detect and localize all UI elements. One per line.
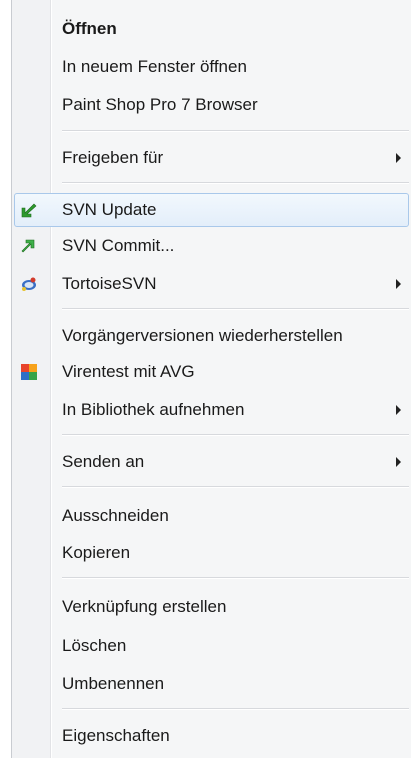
menu-item-send-to[interactable]: Senden an (14, 445, 409, 479)
menu-item-rename[interactable]: Umbenennen (14, 667, 409, 701)
menu-separator (62, 708, 409, 710)
menu-item-label: Vorgängerversionen wiederherstellen (62, 326, 343, 345)
submenu-arrow-icon (396, 279, 401, 289)
tortoisesvn-icon (22, 277, 36, 291)
menu-item-label: In neuem Fenster öffnen (62, 57, 247, 76)
menu-separator (62, 486, 409, 488)
menu-item-label: Öffnen (62, 19, 117, 38)
svn-update-icon (21, 203, 37, 218)
submenu-arrow-icon (396, 405, 401, 415)
menu-item-label: In Bibliothek aufnehmen (62, 400, 245, 419)
menu-item-label: Freigeben für (62, 148, 164, 167)
menu-item-properties[interactable]: Eigenschaften (14, 719, 409, 753)
menu-item-label: Virentest mit AVG (62, 362, 195, 381)
menu-item-label: Eigenschaften (62, 726, 170, 745)
svn-commit-icon (21, 239, 35, 253)
menu-item-create-shortcut[interactable]: Verknüpfung erstellen (14, 590, 409, 624)
menu-item-label: Ausschneiden (62, 506, 169, 525)
menu-separator (62, 577, 409, 579)
menu-item-svn-update[interactable]: SVN Update (14, 193, 409, 227)
menu-item-cut[interactable]: Ausschneiden (14, 499, 409, 533)
menu-item-label: SVN Update (62, 200, 157, 219)
menu-item-copy[interactable]: Kopieren (14, 536, 409, 570)
menu-item-label: Senden an (62, 452, 145, 471)
submenu-arrow-icon (396, 457, 401, 467)
menu-item-restore-previous-versions[interactable]: Vorgängerversionen wiederherstellen (14, 319, 409, 353)
menu-item-scan-with-avg[interactable]: Virentest mit AVG (14, 355, 409, 389)
menu-item-label: SVN Commit... (62, 236, 175, 255)
avg-icon (21, 364, 37, 380)
menu-separator (62, 434, 409, 436)
menu-item-tortoisesvn[interactable]: TortoiseSVN (14, 267, 409, 301)
menu-item-label: Umbenennen (62, 674, 165, 693)
menu-item-label: Verknüpfung erstellen (62, 597, 227, 616)
menu-item-label: Löschen (62, 636, 127, 655)
menu-item-label: TortoiseSVN (62, 274, 157, 293)
menu-item-include-in-library[interactable]: In Bibliothek aufnehmen (14, 393, 409, 427)
menu-item-share-with[interactable]: Freigeben für (14, 141, 409, 175)
menu-separator (62, 308, 409, 310)
menu-item-svn-commit[interactable]: SVN Commit... (14, 229, 409, 263)
menu-separator (62, 130, 409, 132)
menu-item-paint-shop-pro-browser[interactable]: Paint Shop Pro 7 Browser (14, 88, 409, 122)
menu-item-open-new-window[interactable]: In neuem Fenster öffnen (14, 50, 409, 84)
menu-item-open[interactable]: Öffnen (14, 12, 409, 46)
menu-item-label: Kopieren (62, 543, 131, 562)
menu-item-label: Paint Shop Pro 7 Browser (62, 95, 258, 114)
context-menu: Öffnen In neuem Fenster öffnen Paint Sho… (0, 0, 411, 758)
menu-item-delete[interactable]: Löschen (14, 629, 409, 663)
window-edge (0, 0, 12, 758)
menu-separator (62, 182, 409, 184)
submenu-arrow-icon (396, 153, 401, 163)
